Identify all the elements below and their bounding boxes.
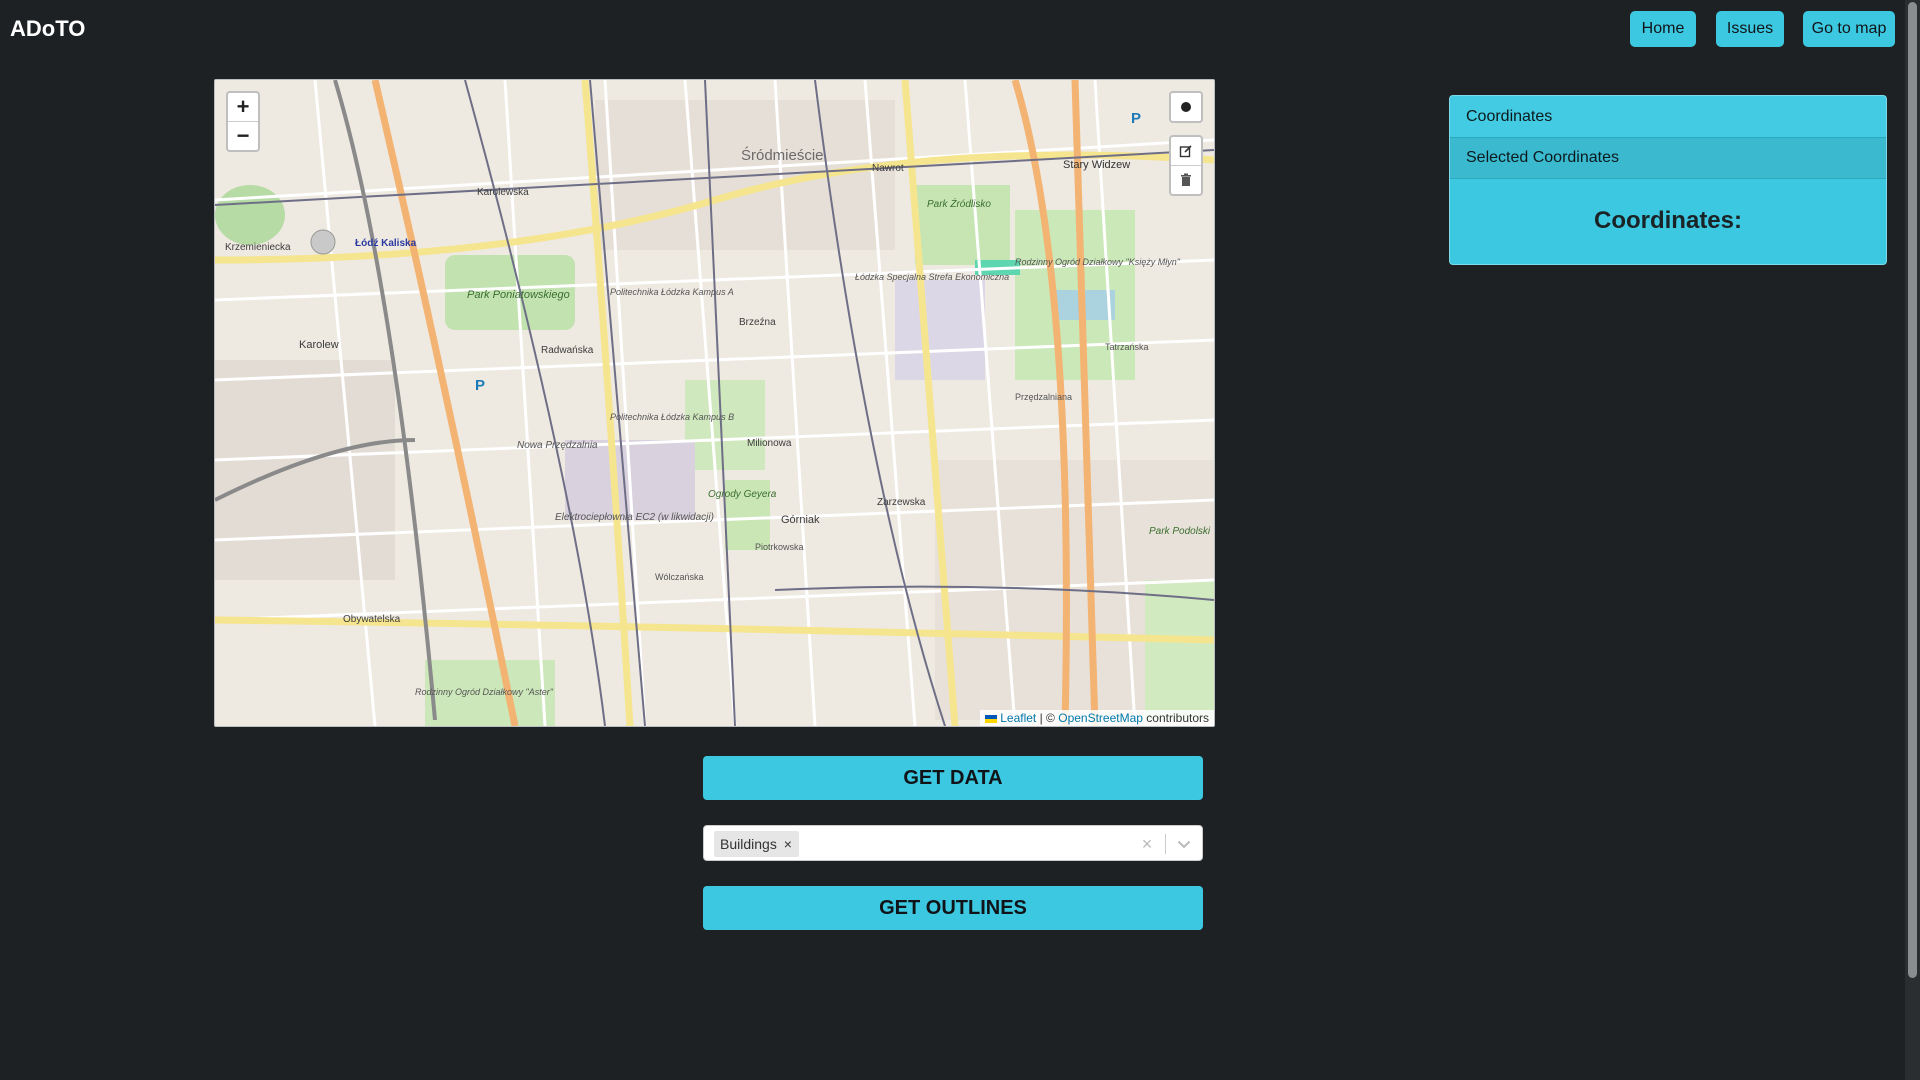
map-label: Krzemieniecka	[225, 242, 291, 253]
indicator-separator	[1165, 834, 1166, 854]
selected-coordinates-header: Selected Coordinates	[1450, 138, 1886, 179]
map-attribution: Leaflet | © OpenStreetMap contributors	[980, 710, 1214, 726]
map-label: Radwańska	[541, 345, 594, 356]
zoom-out-button[interactable]: −	[228, 121, 258, 150]
map-tiles[interactable]: Śródmieście Stary Widzew Łódź Kaliska Pa…	[215, 80, 1214, 726]
brand-logo[interactable]: ADoTO	[10, 16, 85, 42]
map-label: Nawrot	[872, 163, 904, 174]
map-label: Łódź Kaliska	[355, 238, 417, 249]
nav-issues-button[interactable]: Issues	[1716, 11, 1784, 47]
layer-multiselect[interactable]: Buildings × ×	[703, 825, 1203, 861]
map-label: Wólczańska	[655, 572, 704, 582]
chevron-down-icon[interactable]	[1172, 832, 1196, 856]
chip-remove-icon[interactable]: ×	[777, 831, 799, 857]
page-scrollbar-thumb[interactable]	[1908, 2, 1917, 978]
map-label: Brzeźna	[739, 317, 776, 328]
get-data-button[interactable]: GET DATA	[703, 756, 1203, 800]
chip-label: Buildings	[720, 836, 777, 852]
map-label: Elektrociepłownia EC2 (w likwidacji)	[555, 512, 714, 523]
map-label: Górniak	[781, 514, 820, 526]
attribution-suffix: contributors	[1146, 711, 1209, 725]
clear-selection-icon[interactable]: ×	[1136, 832, 1158, 856]
openstreetmap-link[interactable]: OpenStreetMap	[1058, 711, 1143, 725]
map-park-area	[1145, 580, 1214, 720]
map-label: Milionowa	[747, 438, 792, 449]
map-label: Tatrzańska	[1105, 342, 1149, 352]
map-label: Rodzinny Ogród Działkowy "Księży Młyn"	[1015, 257, 1181, 267]
edit-icon[interactable]	[1171, 137, 1201, 165]
map-label: Śródmieście	[741, 146, 824, 164]
map-roundabout	[310, 229, 336, 255]
map-label: Park Poniatowskiego	[467, 289, 570, 301]
coordinates-title: Coordinates:	[1593, 207, 1742, 234]
ukraine-flag-icon	[985, 714, 998, 723]
map-label: Piotrkowska	[755, 542, 804, 552]
trash-icon[interactable]	[1171, 165, 1201, 194]
zoom-in-button[interactable]: +	[228, 93, 258, 121]
map-label: Politechnika Łódzka Kampus A	[610, 287, 734, 297]
map-label: Karolew	[299, 339, 339, 351]
map-label: Łódzka Specjalna Strefa Ekonomiczna	[855, 272, 1009, 282]
map-label: Obywatelska	[343, 614, 401, 625]
map-park-area	[915, 185, 1010, 265]
map-label: Ogrody Geyera	[708, 489, 777, 500]
map-park-area	[215, 185, 285, 245]
zoom-control: + −	[226, 91, 260, 152]
map-label: Przędzalniana	[1015, 392, 1072, 402]
get-outlines-button[interactable]: GET OUTLINES	[703, 886, 1203, 930]
circle-marker-icon[interactable]	[1171, 93, 1201, 121]
nav-home-button[interactable]: Home	[1630, 11, 1696, 47]
map-label: Nowa Przędzalnia	[517, 440, 598, 451]
draw-marker-control	[1169, 91, 1203, 123]
leaflet-link[interactable]: Leaflet	[1000, 711, 1036, 725]
coordinates-panel-header: Coordinates	[1450, 96, 1886, 138]
parking-marker: P	[475, 377, 485, 394]
nav-go-to-map-button[interactable]: Go to map	[1803, 11, 1895, 47]
map-park-area	[685, 380, 765, 470]
edit-control-group	[1169, 135, 1203, 196]
app-root: ADoTO Home Issues Go to map Śródmieście …	[0, 0, 1920, 1080]
map-label: Park Źródlisko	[927, 197, 991, 210]
attribution-separator: | ©	[1039, 711, 1055, 725]
map-label: Park Podolski	[1149, 526, 1211, 537]
map-label: Zarzewska	[877, 497, 926, 508]
map-industrial-area	[895, 280, 985, 380]
coordinates-panel: Coordinates Selected Coordinates Coordin…	[1449, 95, 1887, 265]
selected-chip-buildings: Buildings ×	[714, 831, 799, 857]
map-label: Stary Widzew	[1063, 159, 1130, 171]
parking-marker: P	[1131, 110, 1141, 127]
map-container[interactable]: Śródmieście Stary Widzew Łódź Kaliska Pa…	[214, 79, 1215, 727]
map-label: Karolewska	[477, 187, 529, 198]
map-label: Rodzinny Ogród Działkowy "Aster"	[415, 687, 554, 697]
map-label: Politechnika Łódzka Kampus B	[610, 412, 734, 422]
